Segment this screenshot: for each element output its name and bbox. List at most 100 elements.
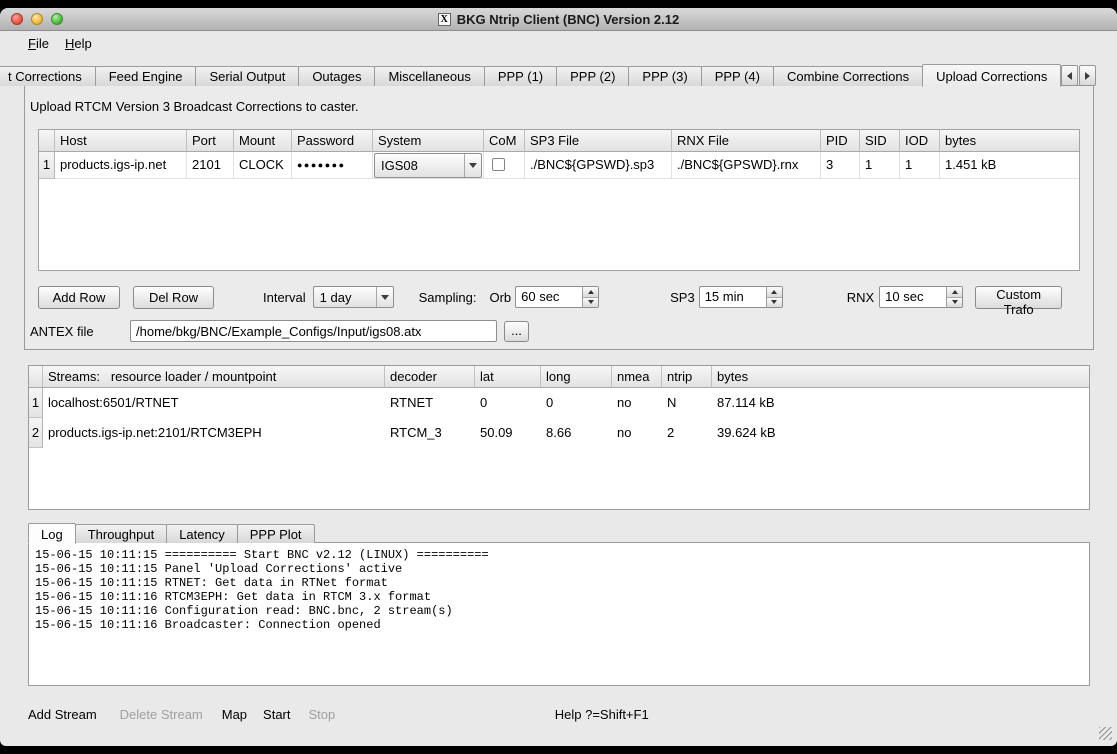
col-header-password[interactable]: Password xyxy=(292,130,373,152)
tab-serial-output[interactable]: Serial Output xyxy=(195,66,299,86)
cell-sp3-file[interactable]: ./BNC${GPSWD}.sp3 xyxy=(525,152,672,179)
cell-iod[interactable]: 1 xyxy=(900,152,940,179)
cell-lat: 50.09 xyxy=(475,418,541,448)
tab-log[interactable]: Log xyxy=(28,523,76,544)
col-header-pid[interactable]: PID xyxy=(821,130,860,152)
col-header-ntrip[interactable]: ntrip xyxy=(662,366,712,388)
stream-row[interactable]: 1 localhost:6501/RTNET RTNET 0 0 no N 87… xyxy=(29,388,1089,418)
cell-bytes: 1.451 kB xyxy=(940,152,1079,179)
cell-port[interactable]: 2101 xyxy=(187,152,234,179)
col-header-port[interactable]: Port xyxy=(187,130,234,152)
col-header-mountpoint[interactable]: Streams: resource loader / mountpoint xyxy=(43,366,385,388)
cell-long: 0 xyxy=(541,388,612,418)
menu-help[interactable]: Help xyxy=(65,36,92,51)
del-row-button[interactable]: Del Row xyxy=(133,286,214,309)
log-line: 15-06-15 10:11:16 Configuration read: BN… xyxy=(35,604,1083,618)
log-tabbar: Log Throughput Latency PPP Plot xyxy=(28,522,1117,543)
col-header-bytes[interactable]: bytes xyxy=(712,366,1089,388)
orb-sampling-spinbox[interactable]: 60 sec xyxy=(515,286,599,308)
col-header-bytes[interactable]: bytes xyxy=(940,130,1079,152)
tab-ppp-plot[interactable]: PPP Plot xyxy=(237,524,315,543)
cell-lat: 0 xyxy=(475,388,541,418)
cell-password[interactable]: ●●●●●●● xyxy=(292,152,373,179)
row-header: 1 xyxy=(39,152,55,179)
col-header-lat[interactable]: lat xyxy=(475,366,541,388)
tab-scrollers xyxy=(1061,65,1096,86)
tab-latency[interactable]: Latency xyxy=(166,524,238,543)
map-button[interactable]: Map xyxy=(222,707,247,722)
tab-upload-corrections[interactable]: Upload Corrections xyxy=(922,64,1061,87)
tab-outages[interactable]: Outages xyxy=(298,66,375,86)
add-stream-button[interactable]: Add Stream xyxy=(28,707,97,722)
tab-throughput[interactable]: Throughput xyxy=(75,524,168,543)
close-window-button[interactable] xyxy=(11,13,23,25)
cell-sid[interactable]: 1 xyxy=(860,152,900,179)
cell-pid[interactable]: 3 xyxy=(821,152,860,179)
delete-stream-button[interactable]: Delete Stream xyxy=(120,707,203,722)
col-header-com[interactable]: CoM xyxy=(484,130,525,152)
rnx-label: RNX xyxy=(847,290,874,305)
antex-browse-button[interactable]: ... xyxy=(504,321,529,342)
tab-ppp-2[interactable]: PPP (2) xyxy=(556,66,629,86)
table-corner xyxy=(29,366,43,388)
col-header-long[interactable]: long xyxy=(541,366,612,388)
zoom-window-button[interactable] xyxy=(51,13,63,25)
system-combobox-value: IGS08 xyxy=(375,153,464,179)
col-header-nmea[interactable]: nmea xyxy=(612,366,662,388)
cell-rnx-file[interactable]: ./BNC${GPSWD}.rnx xyxy=(672,152,821,179)
window-title-text: BKG Ntrip Client (BNC) Version 2.12 xyxy=(457,12,679,27)
cell-host[interactable]: products.igs-ip.net xyxy=(55,152,187,179)
interval-combobox[interactable]: 1 day xyxy=(313,286,394,308)
com-checkbox[interactable] xyxy=(492,158,505,171)
system-combobox[interactable]: IGS08 xyxy=(374,153,482,178)
spin-up-icon[interactable] xyxy=(947,287,962,297)
tab-miscellaneous[interactable]: Miscellaneous xyxy=(374,66,484,86)
col-header-system[interactable]: System xyxy=(373,130,484,152)
sp3-sampling-spinbox[interactable]: 15 min xyxy=(699,286,783,308)
spin-up-icon[interactable] xyxy=(767,287,782,297)
col-header-iod[interactable]: IOD xyxy=(900,130,940,152)
cell-mountpoint: localhost:6501/RTNET xyxy=(43,388,385,418)
rnx-sampling-spinbox[interactable]: 10 sec xyxy=(879,286,963,308)
log-line: 15-06-15 10:11:16 RTCM3EPH: Get data in … xyxy=(35,590,1083,604)
tab-broadcast-corrections[interactable]: t Corrections xyxy=(0,66,96,86)
menu-file[interactable]: File xyxy=(28,36,49,51)
spin-down-icon[interactable] xyxy=(767,297,782,308)
upload-controls: Add Row Del Row Interval 1 day Sampling:… xyxy=(38,285,1080,309)
stop-button[interactable]: Stop xyxy=(309,707,336,722)
custom-trafo-button[interactable]: Custom Trafo xyxy=(975,286,1062,309)
start-button[interactable]: Start xyxy=(263,707,290,722)
tab-scroll-right-button[interactable] xyxy=(1079,65,1096,86)
log-line: 15-06-15 10:11:16 Broadcaster: Connectio… xyxy=(35,618,1083,632)
col-header-host[interactable]: Host xyxy=(55,130,187,152)
spin-down-icon[interactable] xyxy=(583,297,598,308)
cell-nmea: no xyxy=(612,388,662,418)
resize-grip[interactable] xyxy=(1099,727,1112,740)
antex-file-input[interactable] xyxy=(130,320,497,342)
tab-scroll-left-button[interactable] xyxy=(1061,65,1078,86)
tab-ppp-3[interactable]: PPP (3) xyxy=(628,66,701,86)
minimize-window-button[interactable] xyxy=(31,13,43,25)
cell-bytes: 87.114 kB xyxy=(712,388,1089,418)
col-header-sp3-file[interactable]: SP3 File xyxy=(525,130,672,152)
spin-down-icon[interactable] xyxy=(947,297,962,308)
interval-label: Interval xyxy=(263,290,306,305)
col-header-sid[interactable]: SID xyxy=(860,130,900,152)
add-row-button[interactable]: Add Row xyxy=(38,286,120,309)
spin-up-icon[interactable] xyxy=(583,287,598,297)
tab-feed-engine[interactable]: Feed Engine xyxy=(95,66,197,86)
cell-mount[interactable]: CLOCK xyxy=(234,152,292,179)
tab-combine-corrections[interactable]: Combine Corrections xyxy=(773,66,923,86)
antex-file-label: ANTEX file xyxy=(30,324,130,339)
window-title: X BKG Ntrip Client (BNC) Version 2.12 xyxy=(438,12,679,27)
tab-ppp-4[interactable]: PPP (4) xyxy=(701,66,774,86)
stream-row[interactable]: 2 products.igs-ip.net:2101/RTCM3EPH RTCM… xyxy=(29,418,1089,448)
log-output[interactable]: 15-06-15 10:11:15 ========== Start BNC v… xyxy=(28,542,1090,686)
col-header-rnx-file[interactable]: RNX File xyxy=(672,130,821,152)
menubar: File Help xyxy=(0,31,1117,55)
tab-ppp-1[interactable]: PPP (1) xyxy=(484,66,557,86)
log-line: 15-06-15 10:11:15 Panel 'Upload Correcti… xyxy=(35,562,1083,576)
col-header-mount[interactable]: Mount xyxy=(234,130,292,152)
col-header-decoder[interactable]: decoder xyxy=(385,366,475,388)
antex-row: ANTEX file ... xyxy=(38,320,1080,342)
